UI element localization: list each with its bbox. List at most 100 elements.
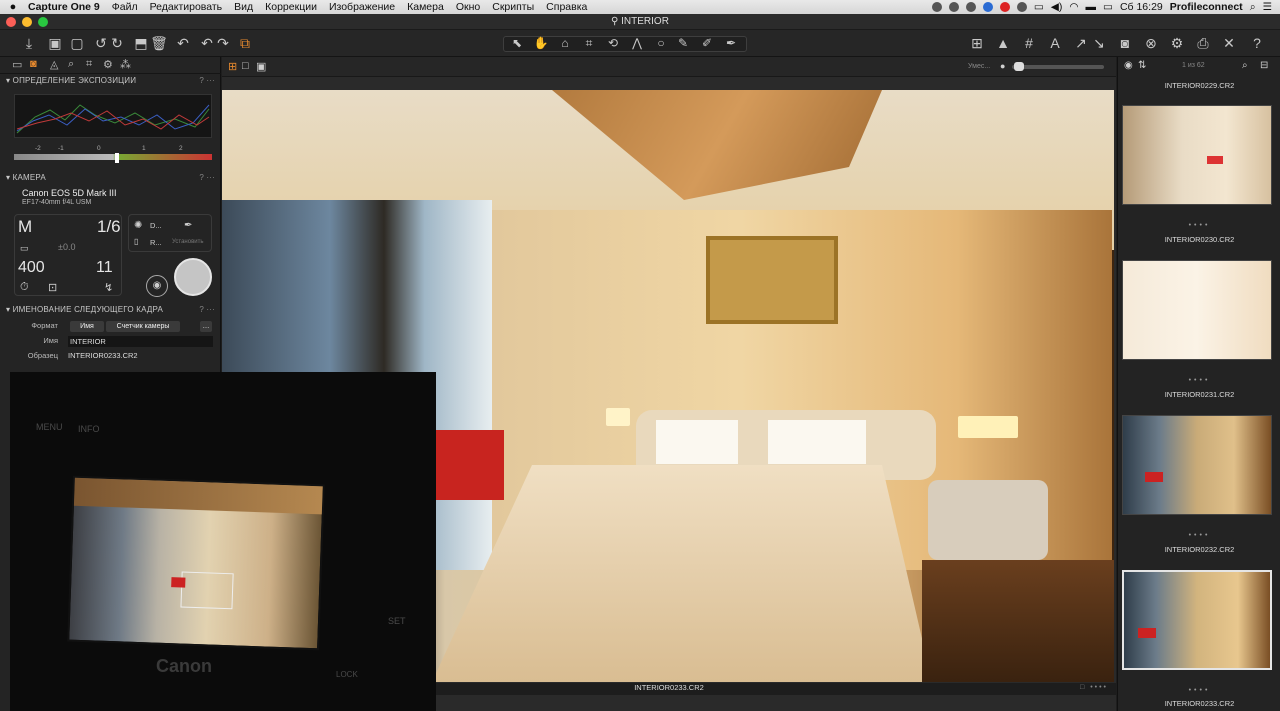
section-help-icon[interactable]: ? ···: [199, 74, 215, 88]
loupe-tool-icon[interactable]: ⌂: [556, 34, 574, 52]
menu-camera[interactable]: Камера: [401, 1, 450, 13]
help-icon[interactable]: ?: [1248, 34, 1266, 52]
crop-tool-icon[interactable]: ⌗: [580, 34, 598, 52]
thumb-rating[interactable]: ••••: [1118, 222, 1280, 229]
menu-edit[interactable]: Редактировать: [144, 1, 229, 13]
copy-adjustments-icon[interactable]: ↗: [1072, 34, 1090, 52]
menu-window[interactable]: Окно: [450, 1, 486, 13]
picker-tool-icon[interactable]: ✐: [698, 34, 716, 52]
zoom-slider[interactable]: [1012, 65, 1104, 69]
thumb-name[interactable]: INTERIOR0229.CR2: [1118, 81, 1280, 90]
menu-adjustments[interactable]: Коррекции: [259, 1, 323, 13]
capture-tab-icon[interactable]: ◙: [30, 58, 37, 70]
menu-image[interactable]: Изображение: [323, 1, 401, 13]
delete-icon[interactable]: 🗑: [150, 34, 168, 52]
exposure-compensation[interactable]: ±0.0: [58, 242, 75, 252]
pan-tool-icon[interactable]: ✋: [532, 34, 550, 52]
timer-icon[interactable]: ⏱: [20, 281, 29, 294]
flag-icon[interactable]: ▬: [1086, 1, 1097, 13]
crop-tab-icon[interactable]: ⌗: [86, 58, 92, 71]
capture-button[interactable]: [174, 258, 212, 296]
naming-section-header[interactable]: ▾ ИМЕНОВАНИЕ СЛЕДУЮЩЕГО КАДРА? ···: [0, 303, 221, 317]
aperture-value[interactable]: 11: [96, 259, 113, 277]
reset-icon[interactable]: ↶: [174, 34, 192, 52]
settings-icon[interactable]: ⚙: [1168, 34, 1186, 52]
eye-icon[interactable]: ◉: [1124, 60, 1133, 71]
thumbnail[interactable]: [1122, 105, 1272, 205]
thumb-name[interactable]: INTERIOR0232.CR2: [1118, 545, 1280, 554]
browser-menu-icon[interactable]: ⊟: [1260, 60, 1268, 71]
sort-icon[interactable]: ⇅: [1138, 60, 1146, 71]
color-tab-icon[interactable]: ⌕: [68, 58, 74, 71]
layout-icon[interactable]: ⊞: [968, 34, 986, 52]
app-menu[interactable]: Capture One 9: [26, 1, 106, 13]
opera-icon[interactable]: [999, 2, 1010, 12]
camera-icon[interactable]: ◙: [1116, 34, 1134, 52]
exposure-section-header[interactable]: ▾ ОПРЕДЕЛЕНИЕ ЭКСПОЗИЦИИ? ···: [0, 74, 221, 88]
status-icon[interactable]: [931, 2, 942, 12]
rotate-tool-icon[interactable]: ⟲: [604, 34, 622, 52]
notifications-icon[interactable]: ☰: [1263, 1, 1272, 13]
camera-section-header[interactable]: ▾ КАМЕРА? ···: [0, 171, 221, 185]
redo-icon[interactable]: ↷: [214, 34, 232, 52]
af-icon[interactable]: ↯: [104, 281, 113, 294]
thumbnail-selected[interactable]: [1122, 570, 1272, 670]
status-icon[interactable]: [1016, 2, 1027, 12]
thumb-name[interactable]: INTERIOR0230.CR2: [1118, 235, 1280, 244]
set-button[interactable]: Установить: [172, 239, 204, 245]
menu-view[interactable]: Вид: [228, 1, 259, 13]
spotlight-icon[interactable]: ⌕: [1250, 1, 1256, 14]
grid-icon[interactable]: #: [1020, 34, 1038, 52]
apple-icon[interactable]: ●: [0, 1, 26, 13]
shooting-mode[interactable]: M: [18, 217, 32, 237]
wb-picker-icon[interactable]: ✒: [184, 220, 192, 231]
tools-icon[interactable]: ✕: [1220, 34, 1238, 52]
thumb-rating[interactable]: ••••: [1118, 532, 1280, 539]
stop-icon[interactable]: ⊗: [1142, 34, 1160, 52]
display-icon[interactable]: ▭: [1034, 1, 1044, 13]
file-format-value[interactable]: R...: [150, 238, 162, 247]
thumb-rating[interactable]: ••••: [1118, 687, 1280, 694]
shutter-speed[interactable]: 1/6: [97, 217, 121, 237]
volume-icon[interactable]: ◀): [1051, 1, 1063, 13]
capture-icon[interactable]: ▣: [46, 34, 64, 52]
grid-view-icon[interactable]: ▣: [256, 60, 266, 73]
apply-adjustments-icon[interactable]: ↘: [1090, 34, 1108, 52]
format-token[interactable]: Счетчик камеры: [106, 321, 180, 332]
wb-value[interactable]: D...: [150, 221, 162, 230]
wb-picker-icon[interactable]: ✒: [722, 34, 740, 52]
metering-icon[interactable]: ⊡: [48, 281, 57, 294]
iso-value[interactable]: 400: [18, 259, 45, 277]
exposure-warning-icon[interactable]: ▲: [994, 34, 1012, 52]
lens-tab-icon[interactable]: ◬: [50, 58, 58, 71]
spot-removal-icon[interactable]: ○: [652, 34, 670, 52]
zoom-slider-thumb[interactable]: [1014, 62, 1024, 71]
library-tab-icon[interactable]: ▭: [12, 58, 22, 71]
user-name[interactable]: Profileconnect: [1170, 1, 1243, 13]
section-help-icon[interactable]: ? ···: [199, 171, 215, 185]
clock[interactable]: Сб 16:29: [1120, 1, 1163, 13]
thumbnail[interactable]: [1122, 415, 1272, 515]
wb-icon[interactable]: ✺: [134, 220, 142, 231]
move-to-trash-icon[interactable]: ⬒: [132, 34, 150, 52]
menu-file[interactable]: Файл: [106, 1, 144, 13]
brush-tool-icon[interactable]: ✎: [674, 34, 692, 52]
multi-view-icon[interactable]: ⊞: [228, 60, 237, 73]
annotations-icon[interactable]: A: [1046, 34, 1064, 52]
section-help-icon[interactable]: ? ···: [199, 303, 215, 317]
thumbnail[interactable]: [1122, 260, 1272, 360]
details-tab-icon[interactable]: ⚙: [103, 58, 113, 71]
menu-scripts[interactable]: Скрипты: [486, 1, 540, 13]
wifi-icon[interactable]: ◠: [1069, 1, 1078, 13]
variants-icon[interactable]: ⧉: [236, 34, 254, 52]
format-more-button[interactable]: …: [200, 321, 212, 332]
format-token[interactable]: Имя: [70, 321, 104, 332]
thumb-name[interactable]: INTERIOR0233.CR2: [1118, 699, 1280, 708]
live-view-button[interactable]: ◉: [146, 275, 168, 297]
status-icon[interactable]: [965, 2, 976, 12]
name-field[interactable]: INTERIOR: [68, 336, 213, 347]
keystone-tool-icon[interactable]: ⋀: [628, 34, 646, 52]
print-icon[interactable]: ⎙: [1194, 34, 1212, 52]
single-view-icon[interactable]: □: [242, 60, 249, 72]
thumb-rating[interactable]: ••••: [1118, 377, 1280, 384]
